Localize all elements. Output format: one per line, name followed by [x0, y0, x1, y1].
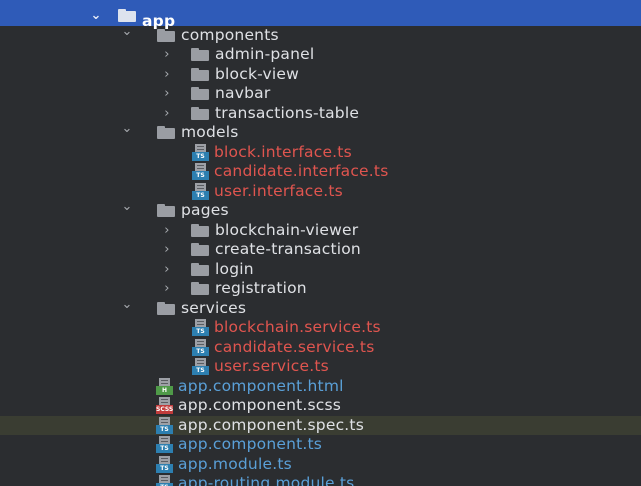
tree-item-label: candidate.interface.ts: [214, 162, 389, 180]
tree-file-row[interactable]: TS candidate.interface.ts: [0, 162, 641, 182]
chevron-right-icon[interactable]: ›: [160, 240, 174, 260]
tree-item-label: block-view: [215, 64, 299, 83]
typescript-file-icon: TS: [192, 319, 209, 336]
chevron-right-icon[interactable]: ›: [160, 279, 174, 299]
typescript-file-icon: TS: [192, 182, 209, 200]
project-tree: ⌄ app ⌄ components › admin-panel › block-view › n…: [0, 0, 641, 486]
tree-item-label: app.component.scss: [178, 396, 342, 414]
tree-file-row[interactable]: TS block.interface.ts: [0, 143, 641, 163]
tree-folder-row[interactable]: › block-view: [0, 65, 641, 85]
tree-folder-row[interactable]: › transactions-table: [0, 104, 641, 124]
chevron-down-icon[interactable]: ⌄: [120, 22, 134, 42]
tree-item-label: admin-panel: [215, 45, 315, 63]
typescript-file-icon: TS: [192, 338, 209, 356]
chevron-right-icon[interactable]: ›: [160, 104, 174, 124]
folder-icon: [191, 87, 209, 100]
folder-icon: [118, 9, 136, 22]
tree-folder-row[interactable]: ⌄ components: [0, 24, 641, 46]
folder-icon: [191, 67, 209, 81]
folder-icon: [157, 204, 175, 217]
typescript-file-icon: TS: [192, 358, 209, 375]
tree-item-label: navbar: [215, 84, 271, 102]
folder-icon: [191, 282, 209, 295]
tree-folder-row[interactable]: ⌄ pages: [0, 199, 641, 221]
tree-file-row[interactable]: TS blockchain.service.ts: [0, 318, 641, 338]
chevron-right-icon[interactable]: ›: [160, 45, 174, 65]
tree-folder-row[interactable]: › admin-panel: [0, 45, 641, 65]
tree-folder-row[interactable]: ⌄ models: [0, 121, 641, 143]
typescript-file-icon: TS: [156, 436, 173, 453]
chevron-right-icon[interactable]: ›: [160, 221, 174, 241]
tree-item-label: login: [215, 259, 254, 278]
tree-folder-row[interactable]: › navbar: [0, 84, 641, 104]
tree-item-label: blockchain.service.ts: [214, 318, 381, 336]
folder-icon: [191, 48, 209, 61]
typescript-file-icon: TS: [192, 143, 209, 161]
tree-item-label: candidate.service.ts: [214, 337, 375, 356]
tree-item-label: user.interface.ts: [214, 181, 343, 200]
tree-folder-row[interactable]: ⌄ app: [0, 0, 641, 30]
tree-file-row[interactable]: SCSS app.component.scss: [0, 396, 641, 416]
tree-file-row[interactable]: TS app.module.ts: [0, 455, 641, 475]
tree-item-label: transactions-table: [215, 103, 360, 122]
tree-item-label: create-transaction: [215, 240, 361, 258]
tree-file-row[interactable]: TS user.service.ts: [0, 357, 641, 377]
chevron-right-icon[interactable]: ›: [160, 260, 174, 280]
folder-icon: [157, 28, 175, 42]
tree-item-label: registration: [215, 279, 307, 297]
tree-item-label: pages: [181, 201, 229, 219]
chevron-down-icon[interactable]: ⌄: [120, 295, 134, 315]
folder-icon: [157, 301, 175, 315]
tree-file-row[interactable]: TS app.component.ts: [0, 435, 641, 455]
tree-item-label: app.module.ts: [178, 454, 292, 473]
typescript-file-icon: TS: [156, 475, 173, 486]
tree-folder-row[interactable]: › login: [0, 260, 641, 280]
tree-item-label: app.component.ts: [178, 435, 323, 453]
tree-file-row[interactable]: TS user.interface.ts: [0, 182, 641, 202]
tree-item-label: blockchain-viewer: [215, 220, 359, 239]
chevron-right-icon[interactable]: ›: [160, 84, 174, 104]
scss-file-icon: SCSS: [156, 397, 173, 414]
typescript-file-icon: TS: [192, 163, 209, 180]
tree-item-label: models: [181, 123, 239, 141]
tree-folder-row[interactable]: › blockchain-viewer: [0, 221, 641, 241]
typescript-file-icon: TS: [156, 455, 173, 473]
tree-item-label: block.interface.ts: [214, 142, 352, 161]
project-tree-panel: ⌄ app ⌄ components › admin-panel › block-view › n…: [0, 0, 641, 486]
folder-icon: [191, 223, 209, 237]
tree-folder-row[interactable]: › registration: [0, 279, 641, 299]
tree-item-label: services: [181, 298, 247, 317]
tree-file-row[interactable]: TS app.component.spec.ts: [0, 415, 641, 435]
typescript-file-icon: TS: [156, 416, 173, 434]
chevron-down-icon[interactable]: ⌄: [120, 119, 134, 139]
tree-item-label: app.component.html: [178, 376, 344, 395]
tree-item-label: user.service.ts: [214, 357, 329, 375]
chevron-right-icon[interactable]: ›: [160, 65, 174, 85]
tree-item-label: components: [181, 25, 279, 44]
html-file-icon: H: [156, 377, 173, 395]
tree-item-label: app-routing.module.ts: [178, 474, 355, 486]
folder-icon: [191, 243, 209, 256]
folder-icon: [157, 126, 175, 139]
folder-icon: [191, 262, 209, 276]
tree-file-row[interactable]: TS app-routing.module.ts: [0, 474, 641, 486]
tree-folder-row[interactable]: › create-transaction: [0, 240, 641, 260]
tree-file-row[interactable]: Happ.component.html: [0, 377, 641, 397]
folder-icon: [191, 106, 209, 120]
tree-item-label: app.component.spec.ts: [178, 415, 364, 434]
chevron-down-icon[interactable]: ⌄: [120, 197, 134, 217]
tree-file-row[interactable]: TS candidate.service.ts: [0, 338, 641, 358]
tree-folder-row[interactable]: ⌄ services: [0, 297, 641, 319]
